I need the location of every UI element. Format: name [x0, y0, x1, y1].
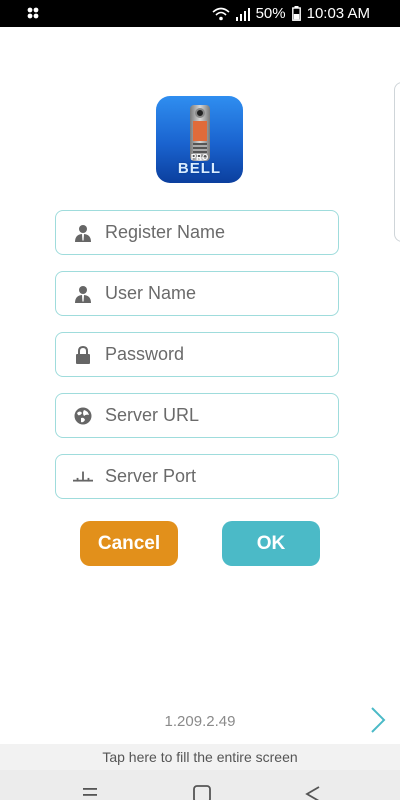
version-label: 1.209.2.49: [164, 713, 236, 730]
logo-bell-text: BELL: [177, 160, 222, 177]
status-bar: 50% 10:03 AM: [0, 0, 400, 27]
recent-apps-icon[interactable]: [80, 784, 100, 800]
server-port-input[interactable]: [105, 466, 325, 487]
navigation-bar: [0, 770, 400, 800]
signal-icon: [235, 7, 250, 21]
app-logo: PRO BELL: [156, 96, 243, 183]
port-icon: [73, 467, 93, 487]
user-name-input[interactable]: [105, 283, 325, 304]
lock-icon: [73, 345, 93, 365]
fill-screen-banner[interactable]: Tap here to fill the entire screen: [0, 744, 400, 770]
user-icon: [73, 223, 93, 243]
battery-percent: 50%: [255, 5, 286, 22]
back-icon[interactable]: [303, 784, 323, 800]
battery-icon: [291, 6, 301, 21]
ok-button[interactable]: OK: [222, 521, 320, 566]
user-icon: [73, 284, 93, 304]
register-name-input[interactable]: [105, 222, 325, 243]
app-grid-icon: [27, 7, 39, 19]
password-input[interactable]: [105, 344, 325, 365]
clock: 10:03 AM: [306, 5, 370, 22]
server-url-field[interactable]: [55, 393, 339, 438]
register-name-field[interactable]: [55, 210, 339, 255]
chevron-right-icon[interactable]: [366, 706, 388, 734]
cancel-button[interactable]: Cancel: [80, 521, 178, 566]
globe-icon: [73, 406, 93, 426]
server-port-field[interactable]: [55, 454, 339, 499]
edge-panel-handle[interactable]: [394, 82, 400, 242]
home-icon[interactable]: [192, 784, 212, 800]
server-url-input[interactable]: [105, 405, 325, 426]
password-field[interactable]: [55, 332, 339, 377]
user-name-field[interactable]: [55, 271, 339, 316]
wifi-icon: [212, 7, 230, 21]
